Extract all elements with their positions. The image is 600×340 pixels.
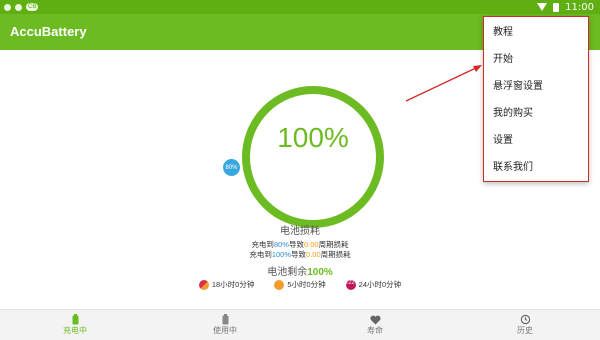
- app-title: AccuBattery: [10, 24, 87, 39]
- battery-remaining: 电池剩余100%: [267, 267, 333, 278]
- menu-item-floating-window-settings[interactable]: 悬浮窗设置: [484, 71, 588, 98]
- estimate-sleep: ZZZ 24小时0分钟: [345, 279, 402, 290]
- battery-icon: [220, 314, 231, 325]
- charge-ring: [242, 86, 384, 228]
- menu-item-tutorial[interactable]: 教程: [484, 17, 588, 44]
- app-badge: CB: [26, 3, 39, 11]
- charge-alarm-badge[interactable]: 80%: [223, 159, 240, 176]
- tab-discharging[interactable]: 使用中: [150, 310, 300, 340]
- status-icons-right: 11:00: [537, 0, 594, 14]
- time-estimates: 18小时0分钟 5小时0分钟 ZZZ 24小时0分钟: [0, 279, 600, 290]
- screen-on-icon: [198, 279, 209, 290]
- clock: 11:00: [565, 1, 594, 13]
- estimate-screen-off: 5小时0分钟: [274, 279, 326, 290]
- menu-item-contact-us[interactable]: 联系我们: [484, 152, 588, 179]
- menu-item-settings[interactable]: 设置: [484, 125, 588, 152]
- history-icon: [520, 314, 531, 325]
- shield-icon: [15, 3, 22, 11]
- battery-status-icon: [553, 2, 560, 12]
- battery-wear-title: 电池损耗: [280, 226, 320, 237]
- notification-icon: [4, 3, 11, 11]
- screen-off-icon: [274, 279, 285, 290]
- tab-history[interactable]: 历史: [450, 310, 600, 340]
- estimate-screen-on: 18小时0分钟: [198, 279, 254, 290]
- heart-icon: [369, 314, 381, 325]
- tab-health[interactable]: 寿命: [300, 310, 450, 340]
- battery-charging-icon: [70, 314, 81, 325]
- menu-item-my-purchases[interactable]: 我的购买: [484, 98, 588, 125]
- bottom-navigation: 充电中 使用中 寿命 历史: [0, 309, 600, 340]
- annotation-arrow: [405, 65, 482, 102]
- charge-level: 100%: [277, 122, 349, 153]
- tab-charging[interactable]: 充电中: [0, 310, 150, 340]
- status-bar: CB 11:00: [0, 0, 600, 14]
- menu-item-start[interactable]: 开始: [484, 44, 588, 71]
- overflow-menu: 教程 开始 悬浮窗设置 我的购买 设置 联系我们: [483, 16, 589, 182]
- wear-line-100: 充电到100%导致0.00周期损耗: [249, 250, 351, 259]
- sleep-icon: ZZZ: [345, 279, 356, 290]
- wifi-icon: [537, 3, 548, 11]
- status-icons-left: CB: [4, 1, 39, 13]
